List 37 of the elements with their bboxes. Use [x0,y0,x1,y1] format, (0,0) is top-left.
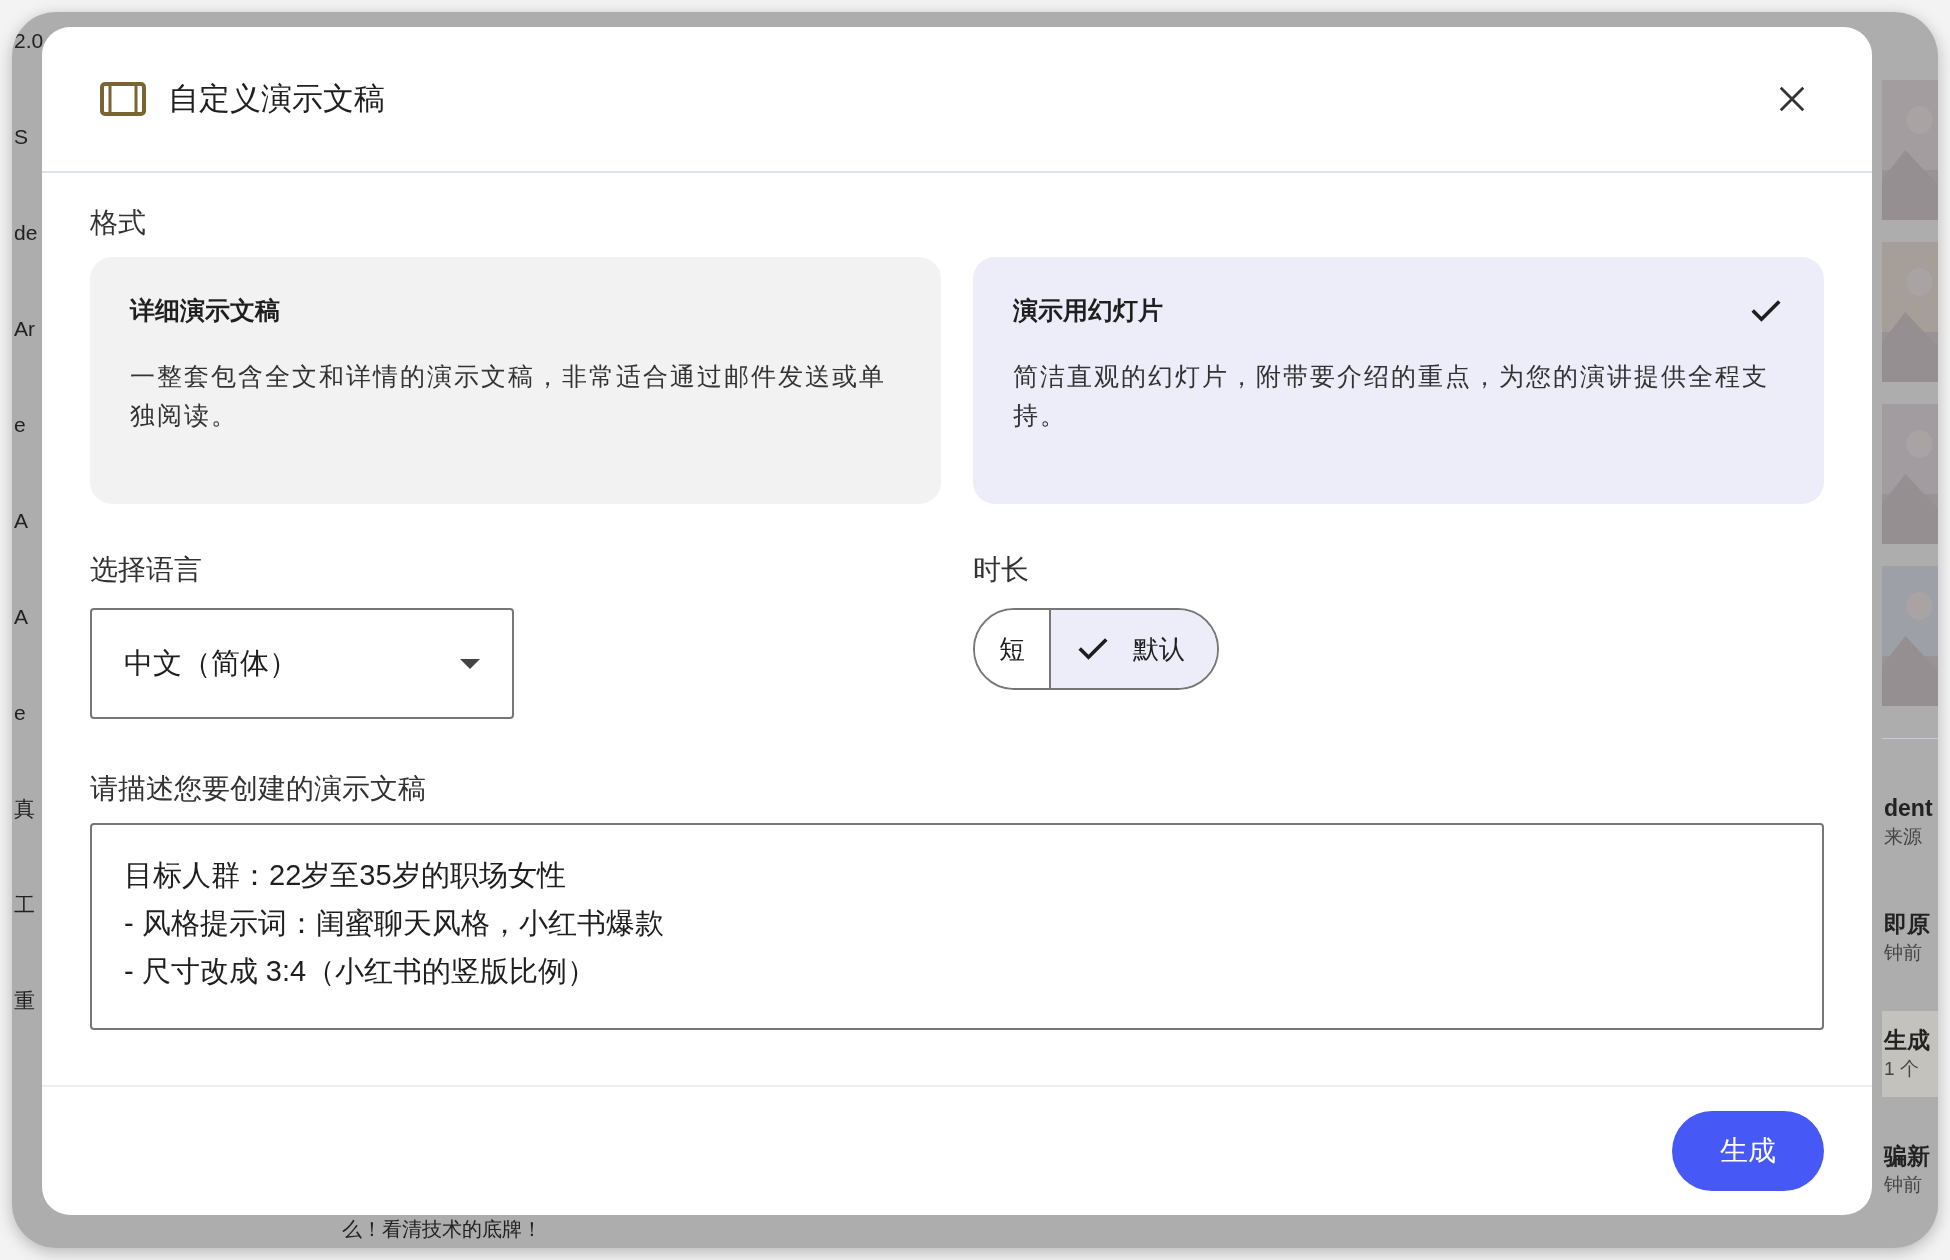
section-label: 格式 [90,206,147,240]
dialog-title: 自定义演示文稿 [168,79,385,118]
duration-segment[interactable]: 默认 [1049,610,1217,688]
dropdown-caret-icon [460,658,480,669]
description-field[interactable]: 目标人群：22岁至35岁的职场女性 - 风格提示词：闺蜜聊天风格，小红书爆款 - 尺寸改成 3:4（小红书的竖版比例） [90,823,1824,1030]
section-label: 请描述您要创建的演示文稿 [90,772,427,806]
background-text: 重 [14,988,36,1014]
background-list-item[interactable]: 骗新 钟前 [1882,1127,1938,1213]
field-text-line: - 风格提示词：闺蜜聊天风格，小红书爆款 [124,906,665,941]
background-list-item[interactable]: 生成 1 个 [1882,1011,1938,1097]
section-label: 选择语言 [90,553,203,587]
background-text: e [14,412,27,438]
close-icon [1777,84,1807,114]
background-text: e [14,700,27,726]
background-text: A [14,604,29,630]
background-text: A [14,508,29,534]
background-text: S [14,124,29,150]
generate-button[interactable]: 生成 [1672,1111,1824,1191]
section-label: 时长 [973,553,1030,587]
option-title: 详细演示文稿 [130,295,280,327]
background-text: 真 [14,796,36,822]
background-text: Ar [14,316,36,342]
format-option-card[interactable]: 详细演示文稿 一整套包含全文和详情的演示文稿，非常适合通过邮件发送或单独阅读。 [90,257,941,504]
background-text: 2.0 [14,28,42,54]
background-list-item[interactable]: dent 来源 [1882,779,1938,865]
option-description: 简洁直观的幻灯片，附带要介绍的重点，为您的演讲提供全程支持。 [1013,361,1770,431]
format-option-card[interactable]: 演示用幻灯片 简洁直观的幻灯片，附带要介绍的重点，为您的演讲提供全程支持。 [973,257,1824,504]
slides-icon [100,82,146,116]
field-text-line: - 尺寸改成 3:4（小红书的竖版比例） [124,954,598,989]
background-text: de [14,220,39,246]
field-text-line: 目标人群：22岁至35岁的职场女性 [124,858,567,893]
background-list-item[interactable]: 即原 钟前 [1882,895,1938,981]
background-text: 工 [14,892,36,918]
option-title: 演示用幻灯片 [1013,295,1163,327]
background-text: 么！看清技术的底牌！ [342,1217,543,1242]
option-description: 一整套包含全文和详情的演示文稿，非常适合通过邮件发送或单独阅读。 [130,361,887,431]
language-dropdown[interactable]: 中文（简体） [90,608,514,719]
